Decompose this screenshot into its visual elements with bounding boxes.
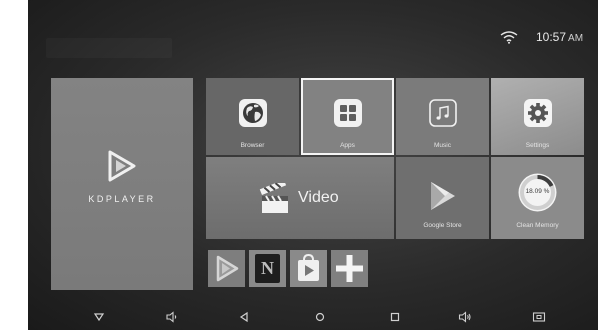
kdplayer-shortcut[interactable] — [208, 250, 245, 287]
launcher-screen: 10:57 AM KDPLAYER Browser Apps Music Set… — [28, 0, 598, 330]
settings-label: Settings — [525, 142, 550, 149]
music-tile[interactable]: Music — [396, 78, 489, 155]
clean-memory-tile[interactable]: 18.09 % Clean Memory — [491, 157, 584, 239]
play-store-shortcut[interactable] — [290, 250, 327, 287]
play-store-bag-icon — [298, 253, 319, 281]
recents-icon — [390, 312, 400, 322]
volume-up-icon — [458, 311, 471, 323]
home-button[interactable] — [313, 310, 327, 322]
add-shortcut-button[interactable] — [331, 250, 368, 287]
browser-globe-icon — [239, 99, 267, 127]
kdplayer-play-icon — [216, 255, 239, 282]
menu-down-button[interactable] — [92, 310, 106, 322]
screenshot-icon — [532, 312, 546, 322]
home-icon — [315, 312, 325, 322]
clapperboard-icon — [259, 183, 288, 213]
apps-tile[interactable]: Apps — [301, 78, 394, 155]
browser-label: Browser — [240, 142, 265, 149]
google-store-label: Google Store — [423, 222, 462, 229]
menu-down-icon — [93, 313, 105, 322]
clean-memory-label: Clean Memory — [516, 222, 559, 229]
video-tile[interactable]: Video — [206, 157, 394, 239]
back-icon — [239, 311, 248, 323]
plus-icon — [336, 255, 363, 282]
apps-grid-icon — [334, 99, 362, 127]
volume-down-icon — [166, 311, 177, 323]
recents-button[interactable] — [388, 310, 402, 322]
kdplayer-logo-icon — [108, 150, 136, 182]
clock: 10:57 AM — [536, 30, 583, 44]
wifi-icon — [500, 31, 518, 44]
apps-label: Apps — [340, 142, 355, 149]
browser-tile[interactable]: Browser — [206, 78, 299, 155]
settings-tile[interactable]: Settings — [491, 78, 584, 155]
music-label: Music — [434, 142, 451, 149]
gear-icon — [524, 99, 552, 127]
video-label: Video — [298, 189, 339, 206]
netflix-shortcut[interactable]: N — [249, 250, 286, 287]
google-play-icon — [431, 182, 455, 210]
kdplayer-logo-text: KDPLAYER — [88, 194, 156, 204]
navigation-bar — [28, 302, 598, 330]
memory-percent: 18.09 % — [525, 188, 550, 195]
search-area[interactable] — [46, 38, 172, 58]
screenshot-button[interactable] — [532, 310, 546, 322]
google-store-tile[interactable]: Google Store — [396, 157, 489, 239]
clock-ampm: AM — [568, 33, 584, 44]
clock-time: 10:57 — [536, 30, 567, 44]
status-bar: 10:57 AM — [28, 0, 598, 72]
kdplayer-tile[interactable]: KDPLAYER — [51, 78, 193, 290]
volume-down-button[interactable] — [165, 310, 179, 323]
volume-up-button[interactable] — [458, 310, 472, 323]
netflix-letter: N — [261, 258, 274, 278]
back-button[interactable] — [237, 310, 251, 323]
music-note-icon — [429, 99, 457, 127]
